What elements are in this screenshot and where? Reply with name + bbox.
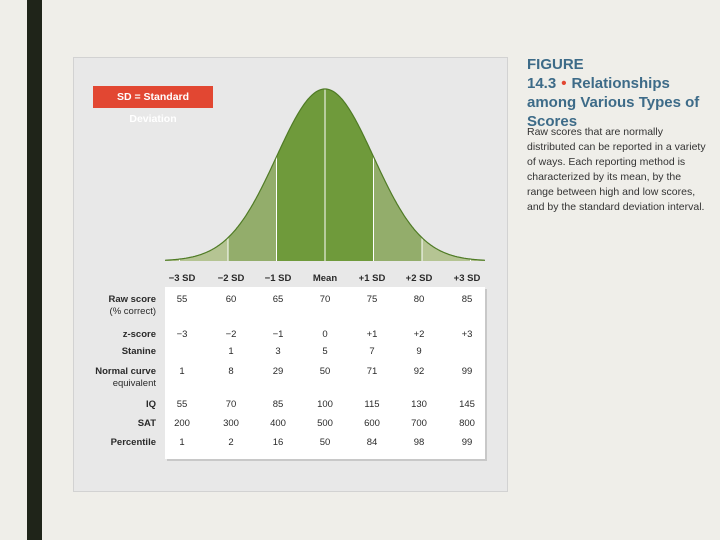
- table-cell: 60: [225, 294, 237, 305]
- table-cell: 700: [411, 418, 427, 429]
- row-label-line: Raw score: [108, 294, 156, 305]
- column-header: +2 SD: [405, 273, 433, 284]
- table-cell: −3: [176, 329, 188, 340]
- row-label-line: equivalent: [112, 378, 156, 389]
- table-cell: +1: [366, 329, 378, 340]
- table-cell: 800: [459, 418, 475, 429]
- table-cell: 130: [411, 399, 427, 410]
- table-cell: 65: [272, 294, 284, 305]
- row-label-line: z-score: [122, 329, 156, 340]
- table-cell: 5: [322, 346, 328, 357]
- band-right-inner: [325, 89, 374, 261]
- row-label: IQ: [146, 399, 156, 411]
- table-cell: 71: [366, 366, 378, 377]
- table-cell: +3: [461, 329, 473, 340]
- table-cell: 16: [272, 437, 284, 448]
- table-cell: 1: [179, 437, 185, 448]
- row-label-line: SAT: [137, 418, 156, 429]
- table-cell: 99: [461, 366, 473, 377]
- column-header: −1 SD: [264, 273, 292, 284]
- row-label: Stanine: [122, 346, 156, 358]
- table-cell: 100: [317, 399, 333, 410]
- row-label-line: Percentile: [110, 437, 156, 448]
- normal-curve: [165, 88, 485, 261]
- table-cell: +2: [413, 329, 425, 340]
- row-label: Percentile: [111, 437, 156, 449]
- table-cell: 9: [416, 346, 422, 357]
- table-cell: 145: [459, 399, 475, 410]
- row-label: Raw score (% correct): [108, 294, 156, 318]
- row-label-line: Normal curve: [95, 366, 156, 377]
- row-label: Normal curve equivalent: [95, 366, 156, 390]
- band-left-outer: [165, 237, 228, 261]
- table-cell: 70: [225, 399, 237, 410]
- table-cell: 0: [322, 329, 328, 340]
- band-left-inner: [276, 89, 325, 261]
- column-header: +3 SD: [453, 273, 481, 284]
- row-label: SAT: [138, 418, 156, 430]
- table-cell: 29: [272, 366, 284, 377]
- table-cell: 8: [228, 366, 234, 377]
- table-cell: 80: [413, 294, 425, 305]
- table-cell: 200: [174, 418, 190, 429]
- table-cell: 3: [275, 346, 281, 357]
- table-cell: 400: [270, 418, 286, 429]
- table-cell: 1: [179, 366, 185, 377]
- row-label-line: (% correct): [109, 306, 156, 317]
- table-cell: 84: [366, 437, 378, 448]
- table-cell: 55: [176, 294, 188, 305]
- table-cell: 600: [364, 418, 380, 429]
- table-cell: −2: [225, 329, 237, 340]
- table-cell: 115: [364, 399, 380, 410]
- table-cell: 7: [369, 346, 375, 357]
- figure-caption-body: Raw scores that are normally distributed…: [527, 126, 706, 213]
- table-cell: 1: [228, 346, 234, 357]
- row-label: z-score: [123, 329, 156, 341]
- table-cell: 50: [319, 366, 331, 377]
- figure-caption-title: FIGURE 14.3 • Relationships among Various …: [527, 55, 702, 131]
- table-cell: 500: [317, 418, 333, 429]
- row-label-line: IQ: [145, 399, 156, 410]
- table-cell: 50: [319, 437, 331, 448]
- table-cell: 85: [461, 294, 473, 305]
- caption-separator: •: [561, 75, 567, 92]
- column-header: +1 SD: [358, 273, 386, 284]
- column-header: −3 SD: [168, 273, 196, 284]
- table-cell: 85: [272, 399, 284, 410]
- column-header: −2 SD: [217, 273, 245, 284]
- table-cell: 98: [413, 437, 425, 448]
- table-cell: 75: [366, 294, 378, 305]
- band-right-outer: [422, 237, 485, 261]
- row-label-line: Stanine: [121, 346, 156, 357]
- table-cell: 2: [228, 437, 234, 448]
- table-cell: 99: [461, 437, 473, 448]
- table-cell: 300: [223, 418, 239, 429]
- left-accent-bar: [27, 0, 42, 540]
- table-cell: 70: [319, 294, 331, 305]
- column-header: Mean: [312, 273, 338, 284]
- table-cell: 92: [413, 366, 425, 377]
- table-cell: 55: [176, 399, 188, 410]
- table-cell: −1: [272, 329, 284, 340]
